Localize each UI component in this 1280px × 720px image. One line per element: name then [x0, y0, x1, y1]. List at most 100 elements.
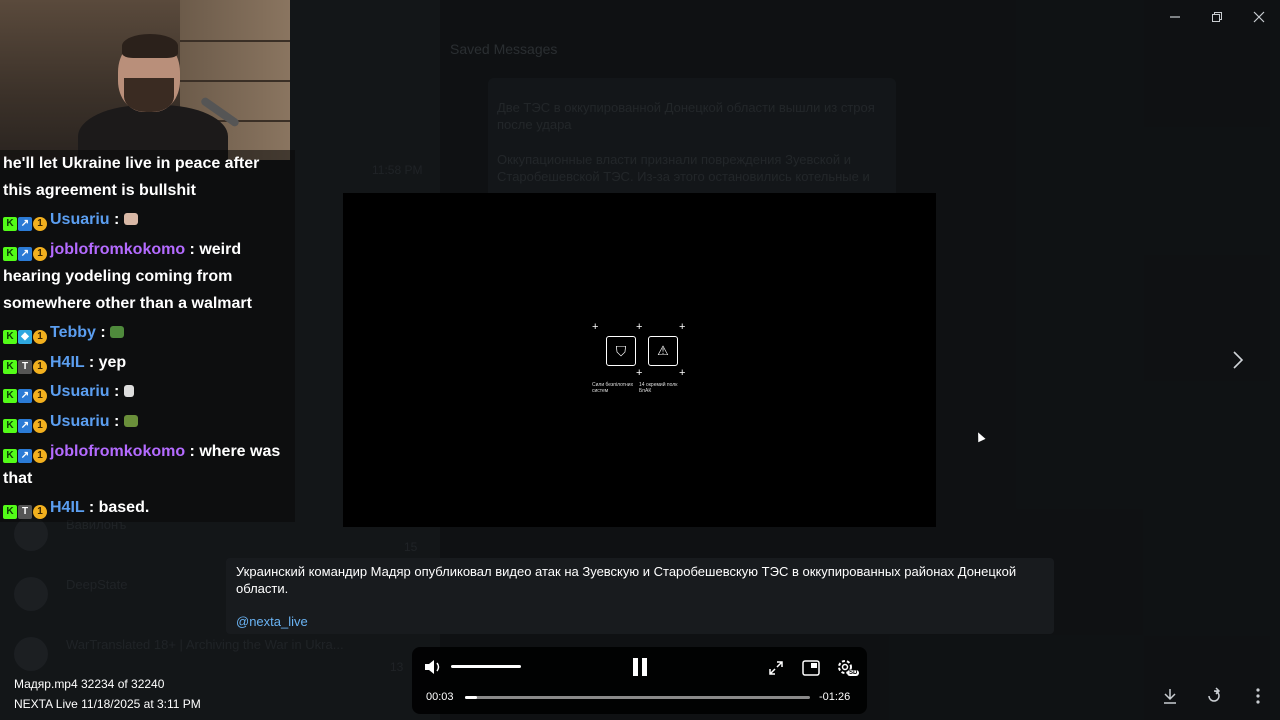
video-frame[interactable] [343, 193, 936, 527]
fullscreen-button[interactable] [765, 657, 787, 679]
webcam-feed [0, 0, 290, 160]
kick-badge-icon: K [3, 388, 17, 403]
streamer-beard [124, 78, 174, 112]
chat-username[interactable]: H4IL [50, 499, 84, 516]
close-icon [1253, 11, 1265, 23]
kick-badge-icon: K [3, 359, 17, 374]
emote-icon [123, 213, 138, 225]
plus-mark: + [636, 321, 643, 333]
hammer-badge-icon: T [18, 359, 32, 374]
subscriber-badge-icon: ↗ [18, 216, 32, 231]
level-badge-icon: 1 [33, 448, 47, 463]
level-badge-icon: 1 [33, 216, 47, 231]
drone-forces-logo-icon: ⛉ [606, 336, 636, 366]
seek-bar-progress [465, 696, 477, 699]
chat-message: K T 1 H4IL : based. [3, 494, 288, 521]
chat-message: K ↗ 1 joblofromkokomo : weird hearing yodel… [3, 241, 252, 312]
hammer-badge-icon: T [18, 504, 32, 519]
kick-badge-icon: K [3, 418, 17, 433]
subscriber-badge-icon: ↗ [18, 418, 32, 433]
chat-username[interactable]: joblofromkokomo [50, 443, 185, 460]
minimize-button[interactable] [1157, 6, 1193, 28]
media-caption: Украинский командир Мадяр опубликовал ви… [226, 558, 1054, 634]
kick-badge-icon: K [3, 246, 17, 261]
logo-caption: Сили безпілотних систем [592, 382, 634, 394]
level-badge-icon: 1 [33, 388, 47, 403]
kick-badge-icon: K [3, 329, 17, 344]
user-badges: KT1 [3, 504, 47, 519]
close-button[interactable] [1241, 6, 1277, 28]
subscriber-badge-icon: ↗ [18, 448, 32, 463]
remaining-time: -01:26 [819, 691, 851, 703]
emote-icon [123, 385, 134, 397]
next-media-button[interactable] [1226, 346, 1250, 374]
more-icon [1256, 688, 1260, 704]
chat-message-text: yep [98, 354, 127, 371]
level-badge-icon: 1 [33, 329, 47, 344]
subscriber-badge-icon: ↗ [18, 246, 32, 261]
chat-message: K T 1 H4IL : yep [3, 349, 288, 376]
user-badges: K ↗ 1 [3, 448, 47, 463]
caption-link[interactable]: @nexta_live [236, 614, 308, 629]
chat-username[interactable]: Tebby [50, 324, 96, 341]
plus-mark: + [592, 321, 599, 333]
restore-button[interactable] [1199, 6, 1235, 28]
level-badge-icon: 1 [33, 504, 47, 519]
more-button[interactable] [1246, 684, 1270, 708]
plus-mark: + [636, 367, 643, 379]
chat-username[interactable]: Usuariu [50, 211, 110, 228]
kick-badge-icon: K [3, 504, 17, 519]
user-badges: K ◆ 1 [3, 329, 47, 344]
quality-badge: SD [847, 670, 860, 676]
streamer-hair [122, 34, 178, 58]
logo-caption: 14 окремий полк БпАК [639, 382, 678, 394]
shelf-divider [180, 80, 290, 82]
subscriber-badge-icon: ↗ [18, 388, 32, 403]
level-badge-icon: 1 [33, 359, 47, 374]
caption-text: Украинский командир Мадяр опубликовал ви… [236, 564, 1017, 596]
seek-bar[interactable] [465, 696, 810, 699]
chat-username[interactable]: Usuariu [50, 383, 110, 400]
kick-badge-icon: K [3, 216, 17, 231]
chat-username[interactable]: Usuariu [50, 413, 110, 430]
pause-button[interactable] [628, 655, 652, 679]
video-player-controls: SD 00:03 -01:26 [412, 647, 867, 714]
regiment-logo-icon: ⚠ [648, 336, 678, 366]
volume-button[interactable] [422, 656, 444, 678]
current-time: 00:03 [426, 691, 454, 703]
chat-username[interactable]: H4IL [50, 354, 84, 371]
emote-icon [110, 326, 125, 338]
plus-mark: + [679, 367, 686, 379]
cube-badge-icon: ◆ [18, 329, 32, 344]
chat-username[interactable]: joblofromkokomo [50, 241, 185, 258]
forward-button[interactable] [1202, 684, 1226, 708]
kick-badge-icon: K [3, 448, 17, 463]
emote-icon [123, 415, 138, 427]
download-button[interactable] [1158, 684, 1182, 708]
download-icon [1164, 689, 1176, 704]
chat-message-text: he'll let Ukraine live in peace after th… [3, 155, 260, 199]
file-name-counter: Мадяр.mp4 32234 of 32240 [14, 677, 165, 691]
user-badges: K ↗ 1 [3, 246, 47, 261]
picture-in-picture-button[interactable] [800, 657, 822, 679]
chevron-right-icon [1233, 351, 1244, 369]
volume-slider[interactable] [451, 665, 521, 668]
picture-in-picture-icon [802, 660, 820, 676]
minimize-icon [1170, 16, 1180, 18]
level-badge-icon: 1 [33, 418, 47, 433]
source-and-date[interactable]: NEXTA Live 11/18/2025 at 3:11 PM [14, 697, 201, 711]
chat-message: K ↗ 1 Usuariu : [3, 206, 288, 233]
level-badge-icon: 1 [33, 246, 47, 261]
fullscreen-icon [769, 661, 783, 675]
shelf-divider [180, 40, 290, 42]
restore-icon [1212, 12, 1222, 22]
chat-message-text: based. [98, 499, 150, 516]
volume-icon [425, 660, 440, 674]
user-badges: KT1 [3, 359, 47, 374]
chat-message: K ↗ 1 Usuariu : [3, 378, 288, 405]
plus-mark: + [679, 321, 686, 333]
user-badges: K ↗ 1 [3, 388, 47, 403]
stream-chat-overlay: he'll let Ukraine live in peace after th… [0, 150, 295, 522]
chat-message: K ↗ 1 Usuariu : [3, 408, 288, 435]
chat-message: K ↗ 1 joblofromkokomo : where was that [3, 443, 281, 487]
